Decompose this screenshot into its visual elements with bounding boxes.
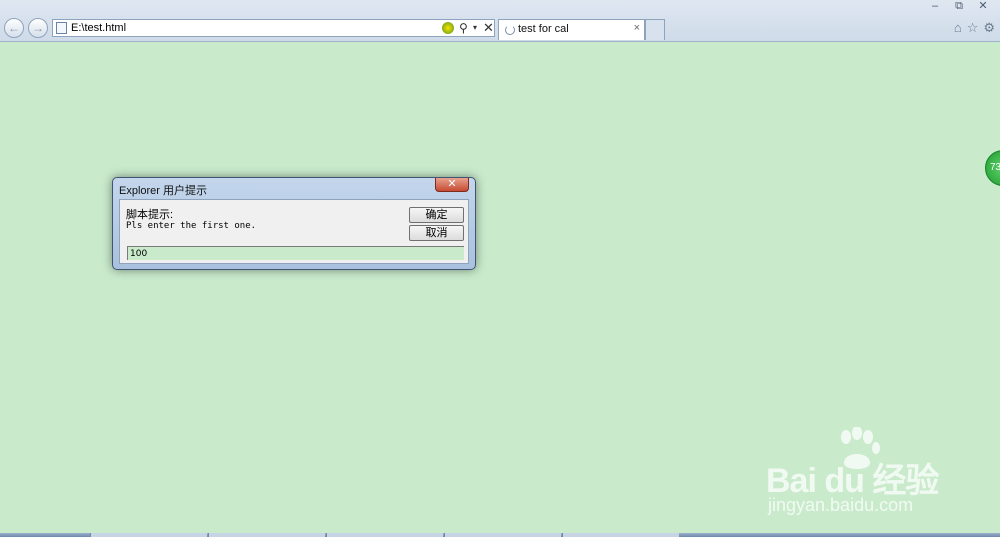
taskbar bbox=[0, 533, 1000, 537]
ok-button[interactable]: 确定 bbox=[409, 207, 464, 223]
favorites-star-icon[interactable]: ☆ bbox=[967, 20, 979, 36]
forward-button[interactable]: → bbox=[28, 18, 48, 38]
loading-icon bbox=[505, 25, 515, 35]
chevron-down-icon[interactable]: ▾ bbox=[473, 20, 477, 36]
watermark-brand: Bai du 经验 bbox=[766, 462, 939, 500]
page-content: 73 Bai du 经验 jingyan.baidu.com Explorer … bbox=[0, 42, 1000, 533]
address-url: E:\test.html bbox=[71, 22, 127, 34]
prompt-message: Pls enter the first one. bbox=[126, 221, 257, 231]
tab-close-icon[interactable]: × bbox=[634, 22, 640, 34]
dialog-body: 脚本提示: Pls enter the first one. 确定 取消 bbox=[119, 199, 469, 264]
browser-toolbar: – ⧉ ✕ ← → E:\test.html ⚲ ▾ ✕ test for ca… bbox=[0, 0, 1000, 42]
toolbar-icons: ⌂ ☆ ⚙ bbox=[954, 20, 995, 36]
back-button[interactable]: ← bbox=[4, 18, 24, 38]
taskbar-item[interactable] bbox=[562, 533, 679, 537]
taskbar-item[interactable] bbox=[444, 533, 561, 537]
close-window-button[interactable]: ✕ bbox=[972, 0, 994, 13]
restore-button[interactable]: ⧉ bbox=[948, 0, 970, 13]
prompt-dialog: Explorer 用户提示 ✕ 脚本提示: Pls enter the firs… bbox=[112, 177, 476, 270]
paw-logo-icon bbox=[841, 427, 880, 469]
taskbar-item[interactable] bbox=[208, 533, 325, 537]
prompt-input[interactable] bbox=[127, 246, 464, 260]
dialog-close-button[interactable]: ✕ bbox=[435, 178, 469, 192]
search-icon[interactable]: ⚲ bbox=[459, 20, 468, 36]
new-tab-button[interactable] bbox=[645, 19, 665, 40]
stop-icon[interactable]: ✕ bbox=[483, 20, 494, 36]
compatibility-icon[interactable] bbox=[442, 22, 454, 34]
tab-title: test for cal bbox=[518, 23, 569, 35]
dialog-title: Explorer 用户提示 bbox=[119, 185, 208, 197]
tools-gear-icon[interactable]: ⚙ bbox=[983, 20, 995, 36]
taskbar-item[interactable] bbox=[90, 533, 207, 537]
side-badge[interactable]: 73 bbox=[985, 150, 1000, 186]
minimize-button[interactable]: – bbox=[924, 0, 946, 13]
browser-window: – ⧉ ✕ ← → E:\test.html ⚲ ▾ ✕ test for ca… bbox=[0, 0, 1000, 537]
prompt-label: 脚本提示: bbox=[126, 209, 174, 221]
home-icon[interactable]: ⌂ bbox=[954, 20, 962, 36]
cancel-button[interactable]: 取消 bbox=[409, 225, 464, 241]
taskbar-item[interactable] bbox=[326, 533, 443, 537]
address-bar[interactable]: E:\test.html ⚲ ▾ ✕ bbox=[52, 19, 495, 37]
window-controls: – ⧉ ✕ bbox=[924, 0, 994, 13]
page-icon bbox=[56, 22, 67, 34]
tab-test-for-cal[interactable]: test for cal × bbox=[498, 19, 645, 40]
watermark-url: jingyan.baidu.com bbox=[768, 495, 914, 515]
